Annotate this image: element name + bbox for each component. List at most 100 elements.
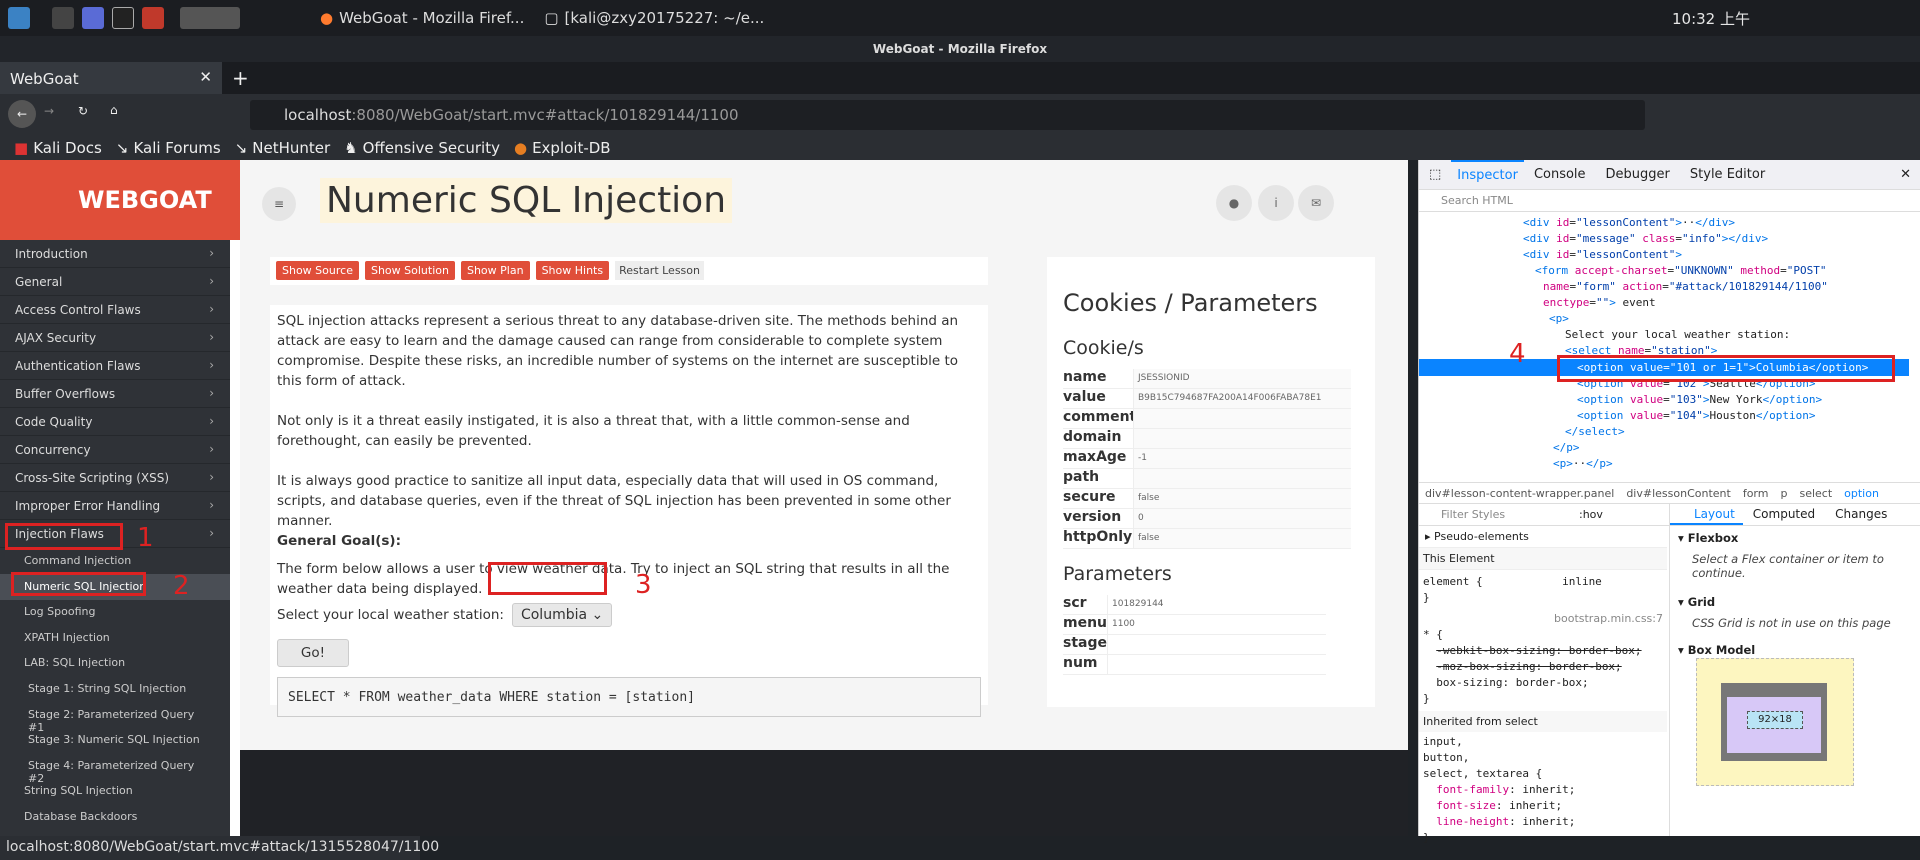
bookmark-exploit-db[interactable]: ● Exploit-DB (514, 139, 611, 157)
show-source-button[interactable]: Show Source (276, 261, 359, 280)
lesson-toolbar: Show Source Show Solution Show Plan Show Hi… (270, 257, 988, 285)
filter-styles-input[interactable]: Filter Styles (1419, 504, 1669, 526)
breadcrumb-item[interactable]: select (1799, 487, 1832, 500)
tab-changes[interactable]: Changes (1825, 504, 1897, 525)
sidebar-subitem[interactable]: String SQL Injection (0, 778, 230, 804)
cookies-subheading: Cookie/s (1063, 337, 1144, 359)
chevron-right-icon: › (209, 470, 214, 484)
firefox-icon: ● (320, 9, 334, 27)
tab-console[interactable]: Console (1524, 161, 1596, 188)
tab-debugger[interactable]: Debugger (1596, 161, 1680, 188)
taskbar-window-firefox[interactable]: ● WebGoat - Mozilla Firef... (310, 4, 534, 32)
sidebar-item[interactable]: Introduction › (0, 240, 230, 268)
sidebar-subitem[interactable]: Stage 1: String SQL Injection (0, 676, 230, 702)
close-icon[interactable]: ✕ (199, 68, 212, 86)
cookies-heading: Cookies / Parameters (1063, 289, 1318, 317)
bookmark-offensive-security[interactable]: ♞ Offensive Security (344, 139, 500, 157)
status-url: localhost:8080/WebGoat/start.mvc#attack/… (0, 836, 439, 860)
nav-toolbar: ← → ↻ ⌂ localhost:8080/WebGoat/start.mvc… (0, 94, 1920, 136)
workspace-icon[interactable] (52, 7, 74, 29)
breadcrumb-item[interactable]: div#lessonContent (1626, 487, 1731, 500)
tab-computed[interactable]: Computed (1743, 504, 1825, 525)
terminal-icon[interactable] (112, 7, 134, 29)
user-icon[interactable]: ● (1216, 185, 1252, 221)
firefox-launcher-icon[interactable] (180, 7, 240, 29)
bookmark-kali-forums[interactable]: ↘ Kali Forums (116, 139, 221, 157)
table-row: version 0 (1063, 509, 1351, 529)
station-form: Select your local weather station: Colum… (277, 603, 981, 627)
table-row: domain (1063, 429, 1351, 449)
back-icon[interactable]: ← (8, 100, 36, 128)
sidebar-item[interactable]: Concurrency › (0, 436, 230, 464)
station-select[interactable]: Columbia ⌄ (511, 603, 613, 627)
url-bar[interactable]: localhost:8080/WebGoat/start.mvc#attack/… (250, 100, 1645, 130)
box-model-content: 92×18 (1747, 711, 1803, 729)
search-html-input[interactable]: Search HTML (1419, 190, 1920, 212)
sidebar-subitem[interactable]: LAB: SQL Injection (0, 650, 230, 676)
tab-layout[interactable]: Layout (1670, 504, 1743, 525)
go-button[interactable]: Go! (277, 639, 349, 667)
sidebar-subitem[interactable]: XPATH Injection (0, 625, 230, 651)
tab-inspector[interactable]: Inspector (1451, 160, 1524, 189)
info-icon[interactable]: i (1258, 185, 1294, 221)
sidebar-subitem[interactable]: Stage 4: Parameterized Query #2 (0, 753, 230, 785)
flexbox-message: Select a Flex container or item to conti… (1692, 552, 1884, 580)
tab-style-editor[interactable]: Style Editor (1680, 161, 1775, 188)
taskbar-window-terminal[interactable]: ▢ [kali@zxy20175227: ~/e... (534, 4, 774, 32)
kali-menu-icon[interactable] (8, 7, 30, 29)
clock: 10:32 上午 (1672, 9, 1750, 28)
chevron-right-icon: › (209, 274, 214, 288)
restart-lesson-button[interactable]: Restart Lesson (615, 261, 704, 280)
browser-icon[interactable] (142, 7, 164, 29)
layout-tabs: Layout Computed Changes (1669, 504, 1920, 526)
sidebar-item[interactable]: General › (0, 268, 230, 296)
sidebar-subitem[interactable]: Stage 2: Parameterized Query #1 (0, 702, 230, 734)
system-taskbar: ● WebGoat - Mozilla Firef... ▢ [kali@zxy20… (0, 0, 1920, 36)
reload-icon[interactable]: ↻ (78, 104, 88, 118)
close-icon[interactable]: ✕ (1900, 167, 1911, 182)
home-icon[interactable]: ⌂ (110, 103, 118, 117)
sidebar: WEBGOAT Introduction › General › Access Cont… (0, 160, 240, 836)
chevron-down-icon: ⌄ (591, 607, 604, 623)
show-hints-button[interactable]: Show Hints (535, 261, 610, 280)
files-icon[interactable] (82, 7, 104, 29)
table-row: httpOnly false (1063, 529, 1351, 549)
cookie-table: name JSESSIONID value B9B15C794687FA200A14F… (1063, 369, 1351, 549)
sidebar-item[interactable]: Cross-Site Scripting (XSS) › (0, 464, 230, 492)
sidebar-subitem[interactable]: Command Injection (0, 548, 230, 574)
breadcrumb-item[interactable]: form (1743, 487, 1769, 500)
sidebar-item[interactable]: Improper Error Handling › (0, 492, 230, 520)
sidebar-item[interactable]: Buffer Overflows › (0, 380, 230, 408)
grid-section[interactable]: ▾ Grid (1670, 590, 1920, 614)
webgoat-logo: WEBGOAT (0, 160, 240, 240)
forward-icon[interactable]: → (44, 104, 54, 118)
flexbox-section[interactable]: ▾ Flexbox (1670, 526, 1920, 550)
sidebar-subitem[interactable]: Database Backdoors (0, 804, 230, 830)
new-tab-icon[interactable]: + (232, 66, 249, 90)
sidebar-item[interactable]: AJAX Security › (0, 324, 230, 352)
pseudo-elements-toggle[interactable]: ▸ Pseudo-elements (1419, 526, 1667, 548)
table-row: maxAge -1 (1063, 449, 1351, 469)
show-solution-button[interactable]: Show Solution (364, 261, 455, 280)
tab-webgoat[interactable]: WebGoat ✕ (0, 62, 222, 94)
bookmark-nethunter[interactable]: ↘ NetHunter (235, 139, 330, 157)
sidebar-subitem[interactable]: Stage 3: Numeric SQL Injection (0, 727, 230, 753)
terminal-icon: ▢ (544, 9, 559, 27)
devtools-toolbar: ⬚ Inspector Console Debugger Style Edito… (1419, 160, 1920, 190)
hov-button[interactable]: :hov (1579, 508, 1603, 521)
table-row: menu 1100 (1063, 615, 1326, 635)
mail-icon[interactable]: ✉ (1298, 185, 1334, 221)
picker-icon[interactable]: ⬚ (1429, 167, 1441, 182)
breadcrumb-item[interactable]: div#lesson-content-wrapper.panel (1425, 487, 1614, 500)
menu-toggle-icon[interactable]: ≡ (262, 187, 296, 221)
show-plan-button[interactable]: Show Plan (460, 261, 530, 280)
bookmark-kali-docs[interactable]: ■ Kali Docs (14, 139, 102, 157)
lesson-panel: SQL injection attacks represent a seriou… (270, 305, 988, 717)
sidebar-item[interactable]: Authentication Flaws › (0, 352, 230, 380)
sidebar-item[interactable]: Code Quality › (0, 408, 230, 436)
sidebar-subitem[interactable]: Log Spoofing (0, 599, 230, 625)
breadcrumb-item[interactable]: p (1780, 487, 1787, 500)
sidebar-item[interactable]: Access Control Flaws › (0, 296, 230, 324)
stylesheet-link[interactable]: bootstrap.min.css:7 (1419, 610, 1667, 627)
breadcrumb-item[interactable]: option (1844, 487, 1879, 500)
